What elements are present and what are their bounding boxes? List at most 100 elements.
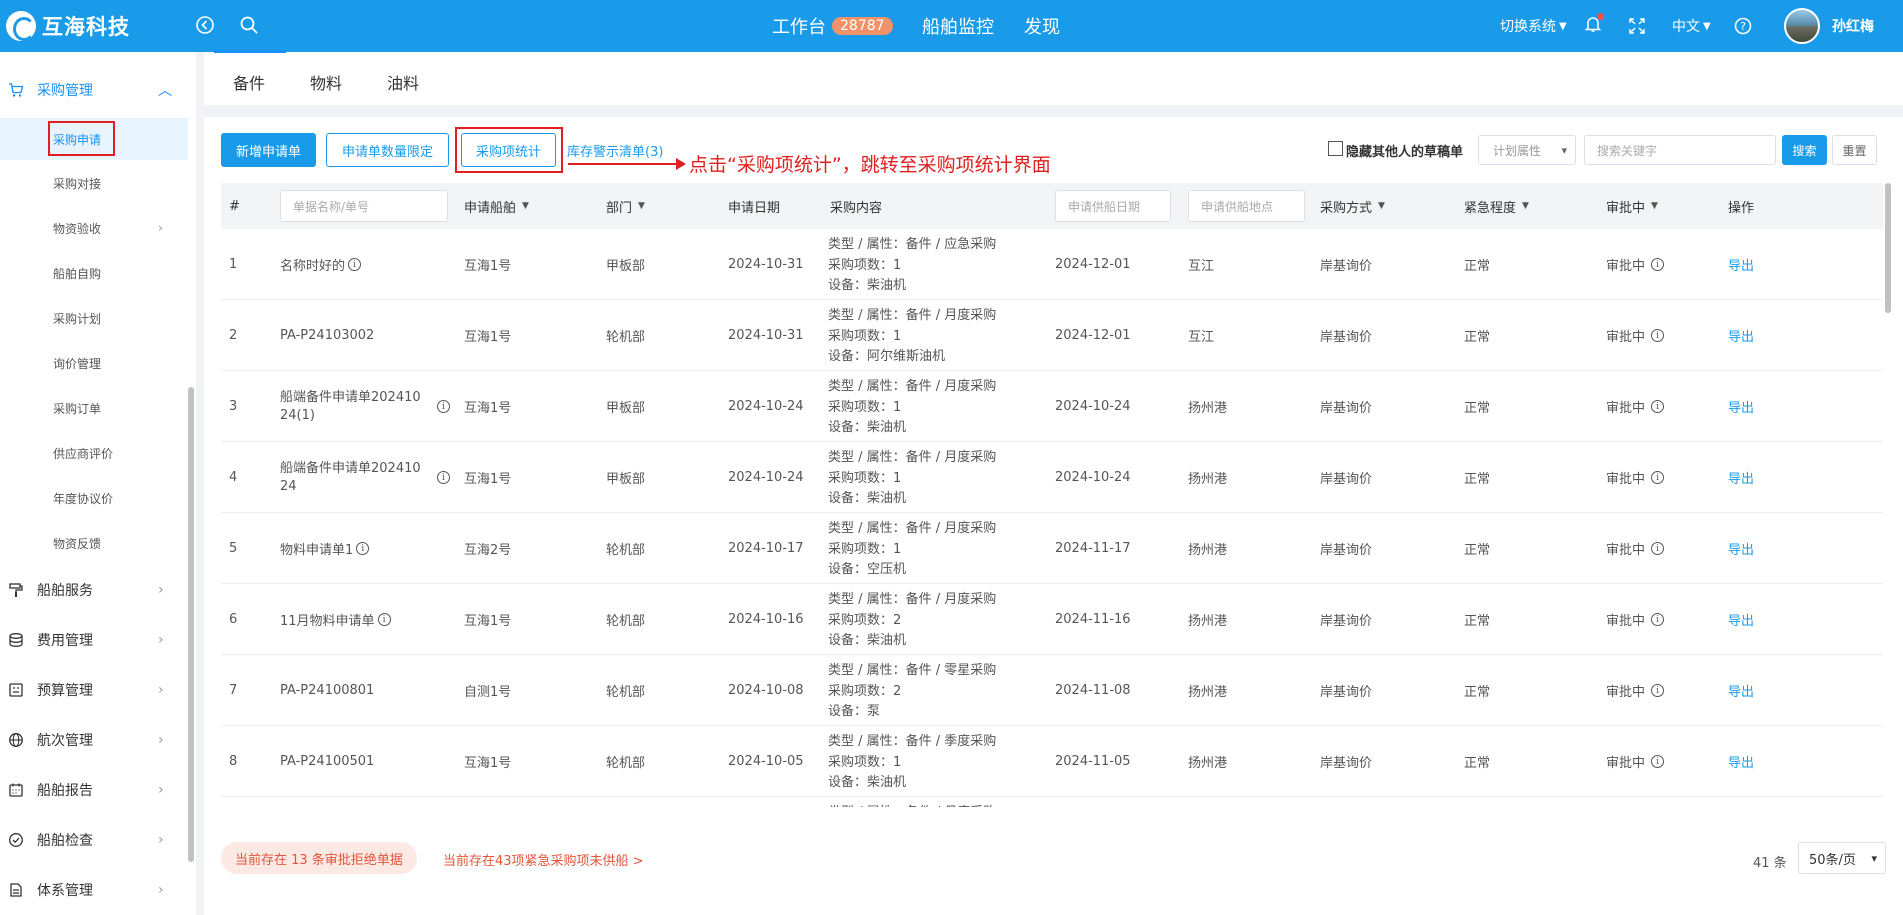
nav-ship-monitor[interactable]: 船舶监控 bbox=[922, 10, 994, 42]
table-row[interactable]: 2 PA-P24103002 互海1号 轮机部 2024-10-31 类型 / 属性：备件… bbox=[221, 300, 1883, 371]
sidebar-item-supplier-eval[interactable]: 供应商评价 bbox=[0, 432, 188, 474]
cell-supply-place: 扬州港 bbox=[1188, 685, 1228, 700]
sidebar-group-voyage[interactable]: 航次管理 › bbox=[0, 722, 188, 758]
info-icon[interactable]: i bbox=[1651, 258, 1665, 271]
sidebar-item-inquiry[interactable]: 询价管理 bbox=[0, 342, 188, 384]
status-text: 审批中 bbox=[1606, 401, 1646, 416]
cell-name[interactable]: 船端备件申请单20241024 i bbox=[280, 442, 450, 513]
page-size-select[interactable]: 50条/页 ▾ bbox=[1798, 842, 1886, 874]
nav-workbench[interactable]: 工作台 28787 bbox=[772, 10, 893, 42]
sidebar-group-purchase[interactable]: 采购管理 ︿ bbox=[0, 72, 188, 108]
info-icon[interactable]: i bbox=[437, 471, 450, 484]
tab-oil[interactable]: 油料 bbox=[387, 70, 419, 94]
switch-system-dropdown[interactable]: 切换系统 ▼ bbox=[1500, 14, 1567, 38]
qty-limit-button[interactable]: 申请单数量限定 bbox=[326, 133, 449, 167]
col-method[interactable]: 采购方式 ▼ bbox=[1320, 183, 1385, 229]
info-icon[interactable]: i bbox=[348, 258, 362, 271]
table-row[interactable]: 6 11月物料申请单 i 互海1号 轮机部 2024-10-16 类型 / 属性：备件 / … bbox=[221, 584, 1883, 655]
col-urgency[interactable]: 紧急程度 ▼ bbox=[1464, 183, 1529, 229]
export-link[interactable]: 导出 bbox=[1728, 539, 1754, 558]
sidebar-item-purchase-docking[interactable]: 采购对接 bbox=[0, 162, 188, 204]
col-status[interactable]: 审批中 ▼ bbox=[1606, 183, 1658, 229]
export-link[interactable]: 导出 bbox=[1728, 468, 1754, 487]
sidebar-group-budget[interactable]: 预算管理 › bbox=[0, 672, 188, 708]
plan-attr-select[interactable]: 计划属性 ▾ bbox=[1478, 135, 1576, 165]
search-button[interactable]: 搜索 bbox=[1782, 135, 1827, 165]
name-filter-input[interactable]: 单据名称/单号 bbox=[280, 190, 448, 222]
sidebar-item-purchase-order[interactable]: 采购订单 bbox=[0, 387, 188, 429]
table-row[interactable]: 8 PA-P24100501 互海1号 轮机部 2024-10-05 类型 / 属性：备件… bbox=[221, 726, 1883, 797]
col-dept[interactable]: 部门 ▼ bbox=[606, 183, 645, 229]
language-dropdown[interactable]: 中文 ▼ bbox=[1672, 14, 1711, 38]
cell-name[interactable]: 11月物料申请单 i bbox=[280, 584, 430, 655]
supply-place-filter[interactable]: 申请供船地点 bbox=[1188, 190, 1305, 222]
col-ship[interactable]: 申请船舶 ▼ bbox=[464, 183, 529, 229]
sidebar-item-purchase-plan[interactable]: 采购计划 bbox=[0, 297, 188, 339]
hide-drafts-label[interactable]: 隐藏其他人的草稿单 bbox=[1346, 141, 1463, 160]
cell-name[interactable]: 名称时好的 i bbox=[280, 229, 430, 300]
sidebar-group-cost[interactable]: 费用管理 › bbox=[0, 622, 188, 658]
info-icon[interactable]: i bbox=[437, 400, 450, 413]
sidebar-item-ship-self-purchase[interactable]: 船舶自购 bbox=[0, 252, 188, 294]
info-icon[interactable]: i bbox=[1651, 684, 1665, 697]
content-equipment: 设备：柴油机 bbox=[828, 278, 907, 293]
sidebar-group-ship-inspection[interactable]: 船舶检查 › bbox=[0, 822, 188, 858]
new-request-button[interactable]: 新增申请单 bbox=[221, 133, 316, 167]
table-row[interactable]: 类型 / 属性：备件 / 月度采购 bbox=[221, 797, 1883, 807]
logo[interactable]: 互海科技 bbox=[6, 8, 130, 44]
nav-discover[interactable]: 发现 bbox=[1024, 10, 1060, 42]
search-icon[interactable] bbox=[236, 12, 262, 38]
cell-status: 审批中 i bbox=[1606, 584, 1665, 655]
export-link[interactable]: 导出 bbox=[1728, 752, 1754, 771]
reset-button[interactable]: 重置 bbox=[1832, 135, 1877, 165]
tab-materials[interactable]: 物料 bbox=[310, 70, 342, 94]
cell-urgency: 正常 bbox=[1464, 543, 1491, 558]
sidebar-scrollbar[interactable] bbox=[188, 387, 194, 862]
sidebar-item-annual-price[interactable]: 年度协议价 bbox=[0, 477, 188, 519]
hide-drafts-checkbox[interactable] bbox=[1328, 141, 1343, 156]
export-link[interactable]: 导出 bbox=[1728, 610, 1754, 629]
table-scrollbar[interactable] bbox=[1885, 183, 1891, 313]
sidebar-item-material-acceptance[interactable]: 物资验收 › bbox=[0, 207, 188, 249]
urgent-items-link[interactable]: 当前存在43项紧急采购项未供船 > bbox=[443, 850, 644, 869]
info-icon[interactable]: i bbox=[1651, 329, 1665, 342]
cell-name[interactable]: 物料申请单1 i bbox=[280, 513, 430, 584]
export-link[interactable]: 导出 bbox=[1728, 255, 1754, 274]
cell-dept: 轮机部 bbox=[606, 330, 646, 345]
rejected-notice[interactable]: 当前存在 13 条审批拒绝单据 bbox=[221, 842, 417, 874]
info-icon[interactable]: i bbox=[356, 542, 370, 555]
info-icon[interactable]: i bbox=[1651, 471, 1665, 484]
table-row[interactable]: 4 船端备件申请单20241024 i 互海1号 甲板部 2024-10-24 类型 / 属… bbox=[221, 442, 1883, 513]
cell-name[interactable]: PA-P24103002 bbox=[280, 300, 430, 371]
info-icon[interactable]: i bbox=[377, 613, 391, 626]
user-name[interactable]: 孙红梅 bbox=[1832, 14, 1874, 38]
back-icon[interactable] bbox=[192, 12, 218, 38]
info-icon[interactable]: i bbox=[1651, 542, 1665, 555]
notification-bell[interactable] bbox=[1584, 13, 1604, 38]
info-icon[interactable]: i bbox=[1651, 755, 1665, 768]
keyword-search-input[interactable]: 搜索关键字 bbox=[1584, 135, 1776, 165]
sidebar-group-ship-report[interactable]: 船舶报告 › bbox=[0, 772, 188, 808]
tab-spare-parts[interactable]: 备件 bbox=[233, 70, 265, 94]
info-icon[interactable]: i bbox=[1651, 400, 1665, 413]
export-link[interactable]: 导出 bbox=[1728, 397, 1754, 416]
stock-warning-link[interactable]: 库存警示清单(3) bbox=[567, 141, 663, 160]
export-link[interactable]: 导出 bbox=[1728, 326, 1754, 345]
table-row[interactable]: 5 物料申请单1 i 互海2号 轮机部 2024-10-17 类型 / 属性：备件 / 月度… bbox=[221, 513, 1883, 584]
cell-name[interactable]: 船端备件申请单20241024(1) i bbox=[280, 371, 450, 442]
cell-name[interactable]: PA-P24100501 bbox=[280, 726, 430, 797]
sidebar-group-ship-service[interactable]: 船舶服务 › bbox=[0, 572, 188, 608]
info-icon[interactable]: i bbox=[1651, 613, 1665, 626]
sidebar-group-system[interactable]: 体系管理 › bbox=[0, 872, 188, 908]
cell-name[interactable] bbox=[280, 797, 430, 807]
avatar[interactable] bbox=[1784, 8, 1820, 44]
table-row[interactable]: 3 船端备件申请单20241024(1) i 互海1号 甲板部 2024-10-24 类型 … bbox=[221, 371, 1883, 442]
cell-name[interactable]: PA-P24100801 bbox=[280, 655, 430, 726]
export-link[interactable]: 导出 bbox=[1728, 681, 1754, 700]
sidebar-item-material-feedback[interactable]: 物资反馈 bbox=[0, 522, 188, 564]
table-row[interactable]: 1 名称时好的 i 互海1号 甲板部 2024-10-31 类型 / 属性：备件 / 应急采… bbox=[221, 229, 1883, 300]
table-row[interactable]: 7 PA-P24100801 自测1号 轮机部 2024-10-08 类型 / 属性：备件… bbox=[221, 655, 1883, 726]
help-icon[interactable]: ? bbox=[1734, 14, 1752, 38]
supply-date-filter[interactable]: 申请供船日期 bbox=[1055, 190, 1171, 222]
fullscreen-icon[interactable] bbox=[1628, 14, 1646, 38]
